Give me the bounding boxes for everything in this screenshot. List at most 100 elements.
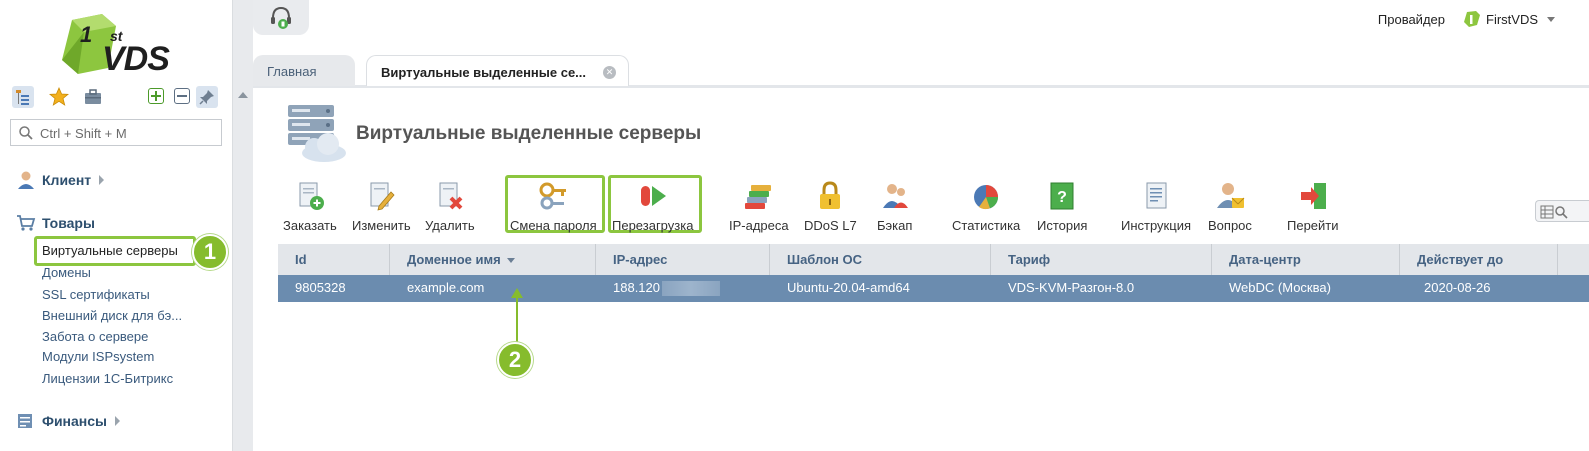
sidebar: 1 st VDS Клиент Товары Виртуальные серве… (0, 0, 232, 451)
svg-text:1: 1 (80, 22, 92, 47)
collapse-all-button[interactable] (174, 88, 190, 104)
column-label: Id (295, 252, 307, 267)
servers-page-icon (284, 103, 348, 163)
history-button[interactable]: ? История (1037, 180, 1087, 233)
headset-icon (271, 6, 291, 29)
tab-virtual-servers[interactable]: Виртуальные выделенные се... ✕ (366, 55, 629, 86)
account-menu[interactable]: FirstVDS (1463, 10, 1555, 28)
sidebar-splitter[interactable] (232, 0, 253, 451)
toolbar-label: Заказать (283, 218, 337, 233)
cell-ip: 188.120 (596, 275, 720, 302)
column-header-ip[interactable]: IP-адрес (596, 244, 770, 275)
callout-badge-1: 1 (192, 234, 228, 270)
tab-home[interactable]: Главная (253, 55, 355, 86)
manual-icon (1146, 182, 1167, 209)
table-row[interactable]: 9805328 example.com 188.120 Ubuntu-20.04… (278, 275, 1589, 302)
client-icon (18, 171, 34, 189)
search-icon (19, 126, 33, 140)
cell-datacenter: WebDC (Москва) (1229, 280, 1331, 295)
star-icon (49, 87, 69, 106)
order-button[interactable]: Заказать (283, 180, 337, 233)
column-header-os-template[interactable]: Шаблон ОС (770, 244, 991, 275)
sidebar-item-virtual-servers[interactable]: Виртуальные серверы (34, 236, 196, 266)
pin-icon (199, 90, 214, 105)
edit-button[interactable]: Изменить (352, 180, 411, 233)
column-label: Тариф (1008, 252, 1051, 267)
sidebar-item-server-care[interactable]: Забота о сервере (42, 329, 148, 344)
provider-link[interactable]: Провайдер (1378, 12, 1445, 27)
lock-icon (820, 181, 841, 209)
manual-button[interactable]: Инструкция (1121, 180, 1191, 233)
account-name: FirstVDS (1486, 11, 1538, 27)
column-header-domain[interactable]: Доменное имя (390, 244, 596, 275)
reboot-button[interactable]: Перезагрузка (612, 180, 693, 233)
nav-section-client[interactable]: Клиент (16, 170, 105, 190)
delete-button[interactable]: Удалить (425, 180, 475, 233)
column-header-datacenter[interactable]: Дата-центр (1212, 244, 1400, 275)
reboot-icon (640, 186, 666, 206)
expand-arrow-icon (115, 416, 120, 426)
filter-search-icon (1540, 205, 1568, 219)
nav-section-products[interactable]: Товары (16, 214, 95, 232)
table-filter-toggle[interactable] (1535, 200, 1589, 222)
minus-icon (177, 95, 187, 97)
plus-icon (151, 91, 161, 101)
scroll-up-icon[interactable] (238, 92, 248, 98)
dropdown-caret-icon (1547, 16, 1555, 22)
tree-view-button[interactable] (12, 86, 34, 108)
toolbar-label: История (1037, 218, 1088, 233)
toolbar-label: DDoS L7 (804, 218, 857, 233)
nav-section-finance[interactable]: Финансы (16, 412, 120, 430)
cell-ip-text: 188.120 (613, 280, 660, 295)
toolbar-label: Перезагрузка (612, 218, 694, 233)
sidebar-search[interactable] (10, 119, 222, 146)
column-header-valid-until[interactable]: Действует до (1400, 244, 1558, 275)
sidebar-item-external-disk[interactable]: Внешний диск для бэ... (42, 308, 182, 323)
expand-all-button[interactable] (148, 88, 164, 104)
cell-os-template: Ubuntu-20.04-amd64 (787, 280, 910, 295)
close-tab-icon[interactable]: ✕ (603, 66, 616, 79)
svg-text:?: ? (1057, 189, 1067, 206)
column-header-tariff[interactable]: Тариф (991, 244, 1212, 275)
page-title: Виртуальные выделенные серверы (356, 123, 702, 144)
sidebar-item-bitrix-licenses[interactable]: Лицензии 1С-Битрикс (42, 371, 173, 386)
toolbar-label: Перейти (1287, 218, 1339, 233)
statistics-button[interactable]: Статистика (952, 180, 1020, 233)
nav-section-label: Клиент (42, 172, 92, 188)
column-label: Действует до (1417, 252, 1504, 267)
sidebar-item-domains[interactable]: Домены (42, 265, 91, 280)
column-header-id[interactable]: Id (278, 244, 390, 275)
search-input[interactable] (40, 124, 218, 142)
pie-chart-icon (974, 185, 999, 210)
toolbar-label: Бэкап (877, 218, 913, 233)
favorites-button[interactable] (48, 86, 70, 108)
change-password-button[interactable]: Смена пароля (510, 180, 597, 233)
cell-id: 9805328 (295, 280, 346, 295)
question-button[interactable]: Вопрос (1208, 180, 1252, 233)
table-header: Id Доменное имя IP-адрес Шаблон ОС Тариф… (278, 244, 1589, 275)
delete-icon (439, 182, 463, 210)
column-label: Шаблон ОС (787, 252, 862, 267)
column-label: Дата-центр (1229, 252, 1301, 267)
sidebar-item-ssl[interactable]: SSL сертификаты (42, 287, 150, 302)
firstvds-logo[interactable]: 1 st VDS (58, 12, 178, 78)
toolbar-label: Удалить (425, 218, 475, 233)
backup-button[interactable]: Бэкап (877, 180, 912, 233)
cell-valid-until: 2020-08-26 (1424, 280, 1491, 295)
order-icon (299, 182, 324, 210)
toolbar-label: Статистика (952, 218, 1021, 233)
sidebar-item-ispsystem-modules[interactable]: Модули ISPsystem (42, 349, 154, 364)
goto-icon (1300, 183, 1326, 209)
briefcase-button[interactable] (82, 86, 104, 108)
ddos-button[interactable]: DDoS L7 (804, 180, 857, 233)
cell-tariff: VDS-KVM-Разгон-8.0 (1008, 280, 1135, 295)
support-button[interactable] (253, 0, 309, 35)
callout-line (516, 290, 518, 342)
tree-icon (16, 90, 29, 105)
ip-addresses-button[interactable]: IP-адреса (729, 180, 789, 233)
toolbar-label: Изменить (352, 218, 411, 233)
history-icon: ? (1050, 182, 1074, 210)
pin-sidebar-button[interactable] (196, 86, 218, 108)
top-right-menu: Провайдер FirstVDS (1378, 10, 1555, 28)
goto-button[interactable]: Перейти (1287, 180, 1339, 233)
